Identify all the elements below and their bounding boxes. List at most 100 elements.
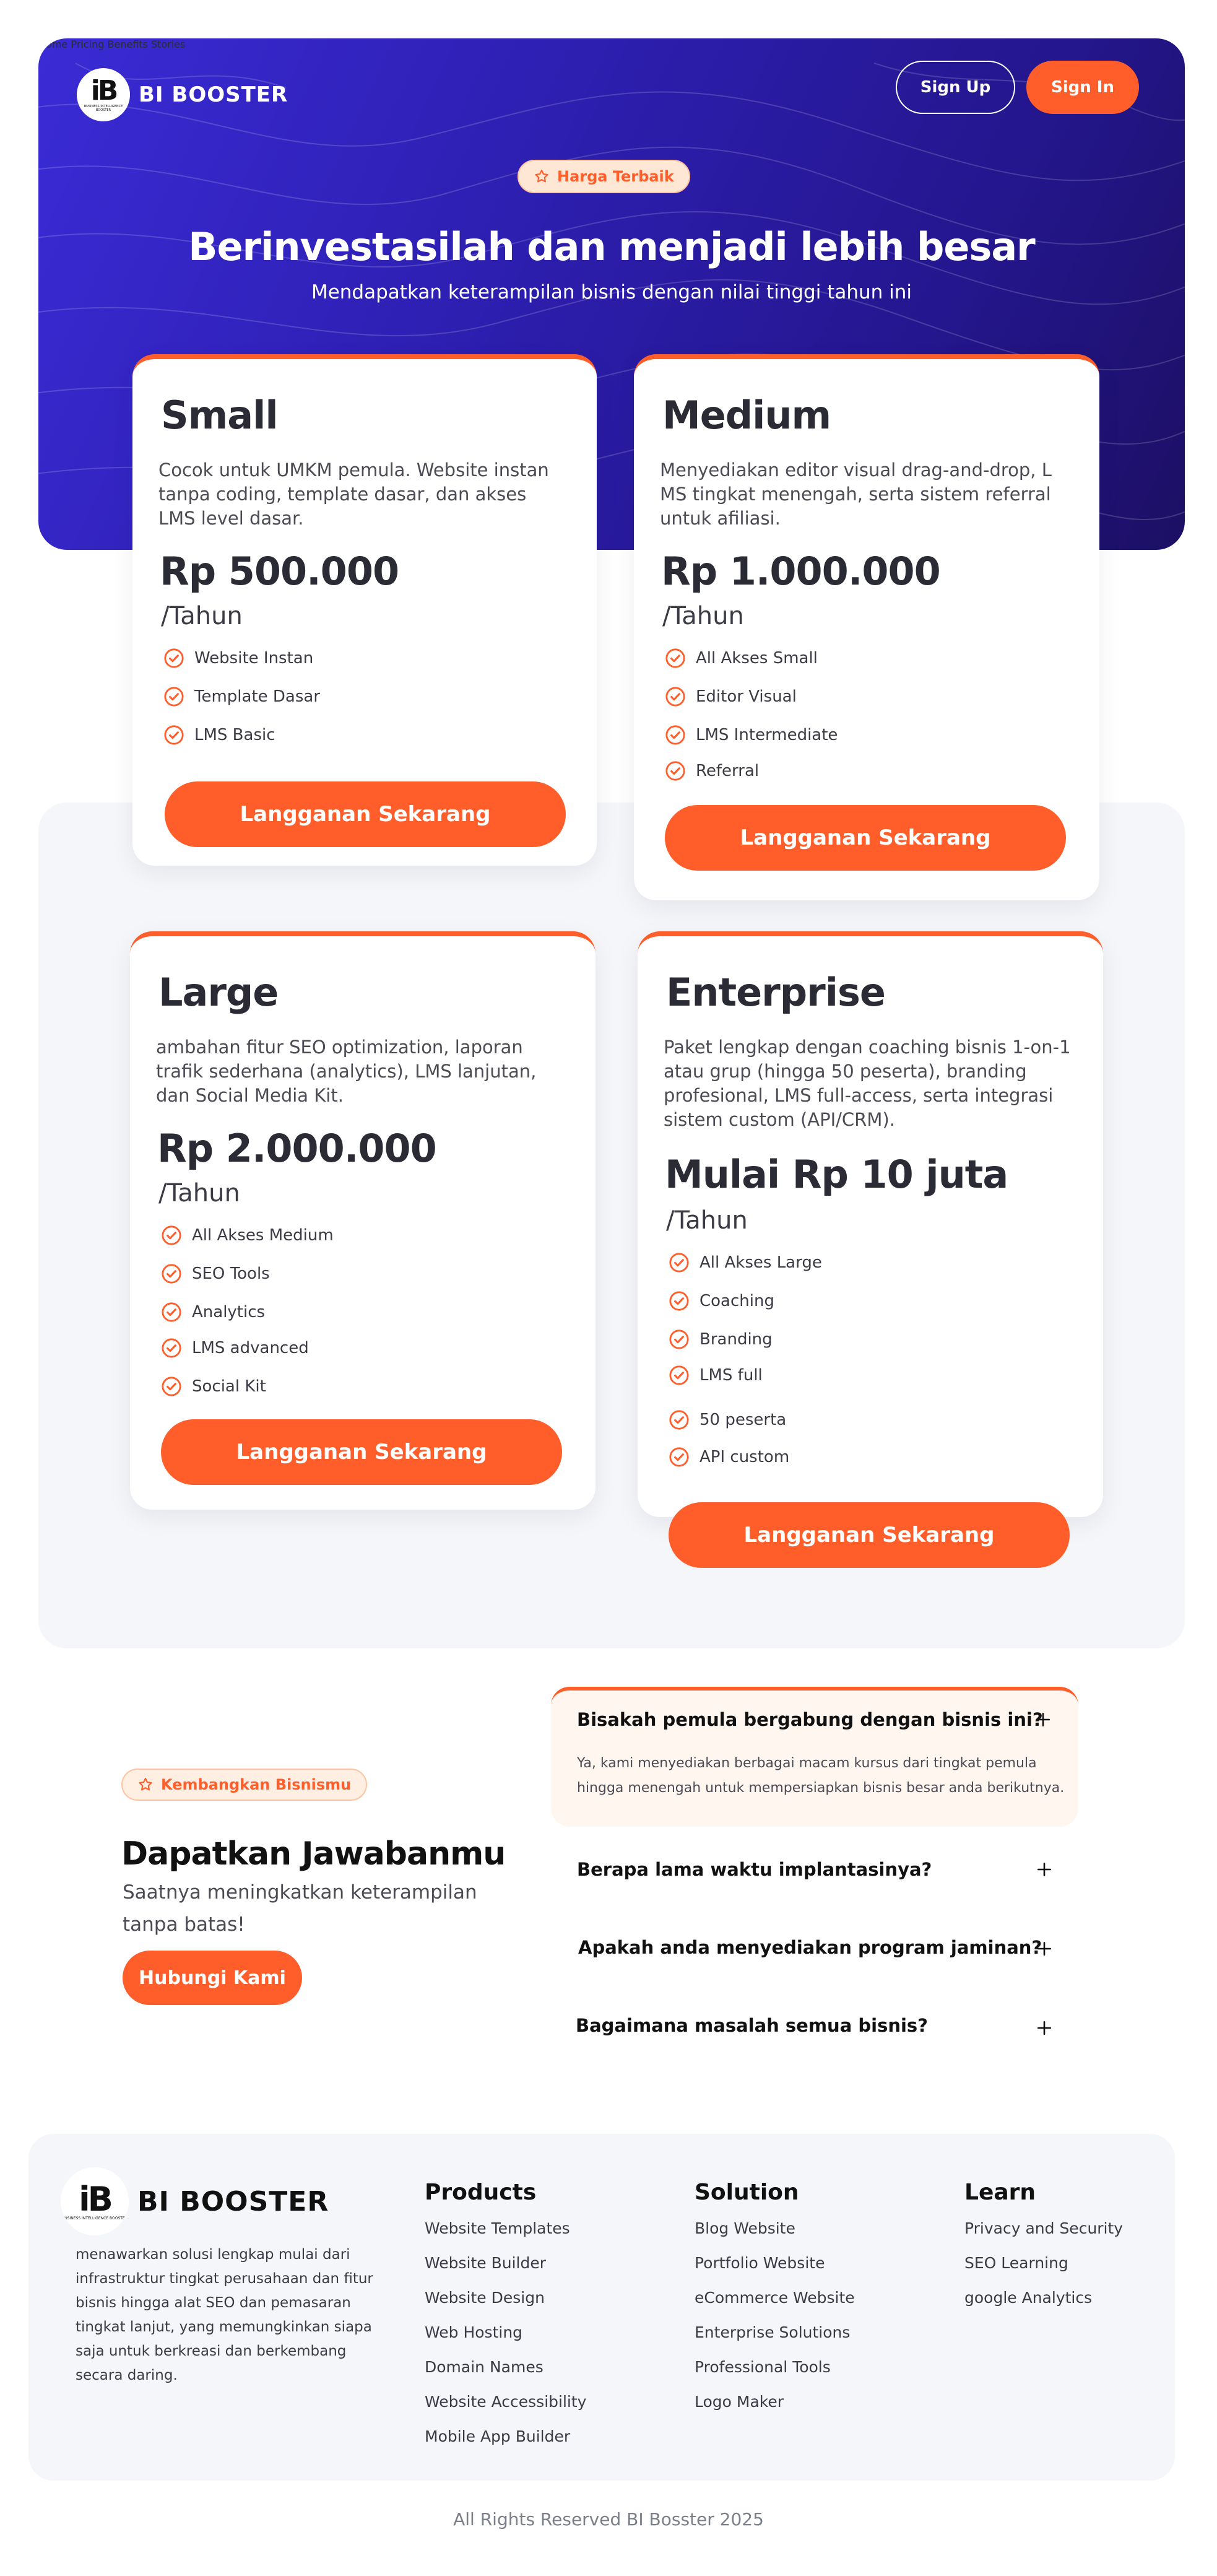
logo-mark-icon: iB BUSINESS INTELLIGENCE BOOSTER	[77, 68, 130, 121]
plan-feature: All Akses Small	[665, 648, 818, 669]
check-circle-icon	[669, 1329, 689, 1349]
check-circle-icon	[164, 725, 184, 745]
subscribe-button-enterprise[interactable]: Langganan Sekarang	[669, 1502, 1070, 1568]
plan-feature: 50 peserta	[669, 1409, 786, 1430]
footer-link[interactable]: Mobile App Builder	[425, 2419, 586, 2454]
check-circle-icon	[162, 1377, 181, 1396]
footer-link[interactable]: Portfolio Website	[695, 2246, 855, 2281]
check-circle-icon	[162, 1225, 181, 1245]
plan-feature: Referral	[665, 760, 759, 781]
check-circle-icon	[162, 1302, 181, 1322]
footer-link[interactable]: Enterprise Solutions	[695, 2315, 855, 2350]
plan-card-medium: Medium Menyediakan editor visual drag-an…	[634, 354, 1099, 900]
check-circle-icon	[164, 687, 184, 707]
footer-link[interactable]: Web Hosting	[425, 2315, 586, 2350]
footer: iB BUSINESS INTELLIGENCE BOOSTER BI BOOS…	[28, 2134, 1175, 2481]
sign-up-button[interactable]: Sign Up	[896, 61, 1015, 114]
plan-feature: All Akses Medium	[161, 1225, 334, 1246]
footer-link[interactable]: Domain Names	[425, 2350, 586, 2385]
faq-question[interactable]: Apakah anda menyediakan program jaminan?	[578, 1937, 1042, 1958]
plan-price: Rp 2.000.000	[157, 1126, 437, 1171]
faq-question[interactable]: Bisakah pemula bergabung dengan bisnis i…	[577, 1709, 1043, 1730]
plan-price: Rp 1.000.000	[661, 549, 941, 594]
plus-icon[interactable]	[1036, 2020, 1052, 2036]
subscribe-button-small[interactable]: Langganan Sekarang	[165, 781, 566, 847]
footer-column-title: Solution	[695, 2180, 799, 2205]
footer-link[interactable]: Logo Maker	[695, 2385, 855, 2419]
plan-description: ambahan fitur SEO optimization, laporan …	[156, 1037, 537, 1106]
footer-column-title: Learn	[964, 2180, 1036, 2205]
footer-link[interactable]: Privacy and Security	[964, 2211, 1123, 2246]
grow-business-badge: Kembangkan Bisnismu	[121, 1769, 368, 1801]
plan-feature: API custom	[669, 1447, 789, 1468]
plan-feature: Website Instan	[163, 648, 313, 669]
star-icon	[535, 169, 548, 183]
footer-column-products: Products Website Templates Website Build…	[425, 2180, 586, 2454]
logo-mark-icon: iB BUSINESS INTELLIGENCE BOOSTER	[61, 2167, 129, 2235]
plus-icon[interactable]	[1035, 1712, 1051, 1728]
plan-feature: SEO Tools	[161, 1263, 270, 1284]
faq-title: Dapatkan Jawabanmu	[121, 1835, 506, 1873]
plan-card-enterprise: Enterprise Paket lengkap dengan coaching…	[638, 931, 1103, 1517]
footer-link[interactable]: eCommerce Website	[695, 2281, 855, 2315]
footer-link[interactable]: SEO Learning	[964, 2246, 1123, 2281]
plus-icon[interactable]	[1036, 1861, 1052, 1878]
plan-description: Cocok untuk UMKM pemula. Website instan …	[158, 459, 549, 529]
plan-name: Medium	[662, 393, 831, 438]
footer-link[interactable]: Website Design	[425, 2281, 586, 2315]
hero-subtitle: Mendapatkan keterampilan bisnis dengan n…	[311, 281, 912, 303]
check-circle-icon	[669, 1291, 689, 1311]
faq-question[interactable]: Bagaimana masalah semua bisnis?	[576, 2015, 928, 2036]
plan-name: Small	[161, 393, 279, 438]
plan-period: /Tahun	[161, 602, 243, 630]
footer-description: menawarkan solusi lengkap mulai dari inf…	[76, 2247, 373, 2383]
check-circle-icon	[669, 1410, 689, 1430]
plan-price: Mulai Rp 10 juta	[665, 1152, 1008, 1197]
plan-feature: LMS advanced	[161, 1338, 309, 1359]
best-price-badge: Harga Terbaik	[518, 160, 690, 193]
sign-in-button[interactable]: Sign In	[1026, 61, 1139, 114]
footer-link[interactable]: Website Builder	[425, 2246, 586, 2281]
footer-column-title: Products	[425, 2180, 537, 2205]
plan-period: /Tahun	[158, 1179, 240, 1208]
check-circle-icon	[665, 761, 685, 781]
brand-name: BI BOOSTER	[139, 82, 288, 107]
plan-name: Enterprise	[666, 970, 886, 1015]
check-circle-icon	[162, 1338, 181, 1358]
faq-subtitle: Saatnya meningkatkan keterampilan tanpa …	[123, 1881, 477, 1936]
plan-card-small: Small Cocok untuk UMKM pemula. Website i…	[132, 354, 597, 866]
plan-feature: LMS Intermediate	[665, 724, 838, 746]
subscribe-button-large[interactable]: Langganan Sekarang	[161, 1419, 562, 1485]
plan-feature: All Akses Large	[669, 1252, 822, 1273]
faq-question[interactable]: Berapa lama waktu implantasinya?	[577, 1859, 932, 1880]
plan-description: Paket lengkap dengan coaching bisnis 1-o…	[664, 1037, 1071, 1130]
contact-us-button[interactable]: Hubungi Kami	[123, 1951, 302, 2005]
brand-logo[interactable]: iB BUSINESS INTELLIGENCE BOOSTER BI BOOS…	[77, 68, 288, 121]
brand-name: BI BOOSTER	[137, 2185, 329, 2217]
copyright-text: All Rights Reserved BI Bosster 2025	[453, 2509, 764, 2530]
plan-feature: Branding	[669, 1329, 773, 1350]
faq-item-open[interactable]: Bisakah pemula bergabung dengan bisnis i…	[551, 1687, 1078, 1827]
footer-link[interactable]: Blog Website	[695, 2211, 855, 2246]
footer-link[interactable]: google Analytics	[964, 2281, 1123, 2315]
plus-icon[interactable]	[1036, 1941, 1052, 1957]
footer-brand-logo[interactable]: iB BUSINESS INTELLIGENCE BOOSTER BI BOOS…	[61, 2167, 329, 2235]
check-circle-icon	[669, 1447, 689, 1467]
check-circle-icon	[162, 1264, 181, 1284]
plan-feature: Coaching	[669, 1290, 774, 1312]
plan-feature: Analytics	[161, 1302, 265, 1323]
subscribe-button-medium[interactable]: Langganan Sekarang	[665, 805, 1066, 871]
footer-link[interactable]: Website Templates	[425, 2211, 586, 2246]
footer-link[interactable]: Professional Tools	[695, 2350, 855, 2385]
plan-feature: Template Dasar	[163, 686, 320, 707]
check-circle-icon	[669, 1365, 689, 1385]
faq-answer: Ya, kami menyediakan berbagai macam kurs…	[577, 1756, 1065, 1796]
check-circle-icon	[669, 1253, 689, 1273]
plan-feature: Editor Visual	[665, 686, 797, 707]
star-icon	[139, 1777, 152, 1791]
footer-link[interactable]: Website Accessibility	[425, 2385, 586, 2419]
check-circle-icon	[665, 687, 685, 707]
plan-period: /Tahun	[666, 1206, 748, 1235]
plan-period: /Tahun	[662, 602, 744, 630]
plan-feature: Social Kit	[161, 1376, 266, 1397]
